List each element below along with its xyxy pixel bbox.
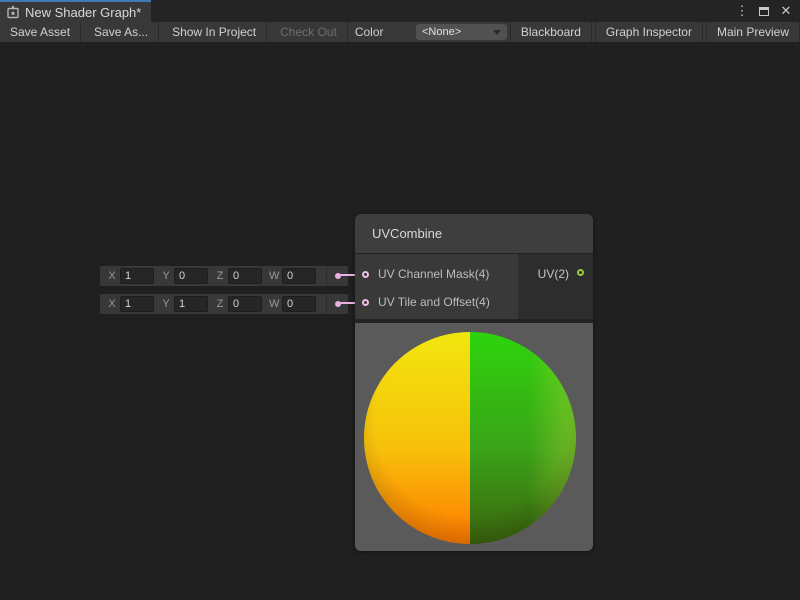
node-uvcombine[interactable]: UVCombine UV Channel Mask(4) UV Tile and… <box>355 214 593 551</box>
x-field[interactable]: 1 <box>120 296 154 312</box>
node-ports: UV Channel Mask(4) UV Tile and Offset(4)… <box>355 254 593 319</box>
close-icon[interactable]: ✕ <box>778 3 794 19</box>
edge-anchor-2[interactable] <box>326 294 348 314</box>
input-port-row: UV Tile and Offset(4) <box>355 288 518 316</box>
toolbar: Save Asset Save As... Show In Project Ch… <box>0 22 800 42</box>
input-port-icon[interactable] <box>362 299 369 306</box>
node-preview <box>355 323 593 551</box>
input-port-row: UV Channel Mask(4) <box>355 260 518 288</box>
input-port-label: UV Channel Mask(4) <box>378 267 489 281</box>
output-port-icon[interactable] <box>577 269 584 276</box>
x-label: X <box>107 298 117 310</box>
graph-canvas[interactable]: X 1 Y 0 Z 0 W 0 X 1 Y 1 Z 0 W 0 <box>0 42 800 600</box>
tab-title: New Shader Graph* <box>25 5 141 20</box>
graph-inspector-button[interactable]: Graph Inspector <box>595 22 703 42</box>
node-input-ports: UV Channel Mask(4) UV Tile and Offset(4) <box>355 254 518 319</box>
edge-anchor-1[interactable] <box>326 266 348 286</box>
shader-graph-window: New Shader Graph* ⋮ ✕ Save Asset Save As… <box>0 0 800 600</box>
save-as-button[interactable]: Save As... <box>84 22 159 42</box>
y-label: Y <box>161 298 171 310</box>
z-label: Z <box>215 298 225 310</box>
vector4-input-row-2: X 1 Y 1 Z 0 W 0 <box>100 294 348 314</box>
x-label: X <box>107 270 117 282</box>
main-preview-button[interactable]: Main Preview <box>706 22 800 42</box>
w-label: W <box>269 298 279 310</box>
blackboard-button[interactable]: Blackboard <box>510 22 592 42</box>
node-output-ports: UV(2) <box>518 254 593 319</box>
color-mode-value: <None> <box>422 26 461 38</box>
maximize-icon[interactable] <box>756 3 772 19</box>
toolbar-right-group: Blackboard Graph Inspector Main Preview <box>507 22 800 42</box>
title-bar: New Shader Graph* ⋮ ✕ <box>0 0 800 22</box>
x-field[interactable]: 1 <box>120 268 154 284</box>
y-field[interactable]: 1 <box>174 296 208 312</box>
color-mode-dropdown[interactable]: <None> <box>416 24 507 40</box>
y-field[interactable]: 0 <box>174 268 208 284</box>
node-title[interactable]: UVCombine <box>355 214 593 254</box>
y-label: Y <box>161 270 171 282</box>
w-label: W <box>269 270 279 282</box>
uv-preview-sphere <box>364 332 576 544</box>
check-out-button: Check Out <box>270 22 348 42</box>
save-asset-button[interactable]: Save Asset <box>0 22 81 42</box>
z-field[interactable]: 0 <box>228 268 262 284</box>
tab-new-shader-graph[interactable]: New Shader Graph* <box>0 0 151 22</box>
show-in-project-button[interactable]: Show In Project <box>162 22 267 42</box>
chevron-down-icon <box>493 30 501 35</box>
w-field[interactable]: 0 <box>282 268 316 284</box>
input-port-icon[interactable] <box>362 271 369 278</box>
menu-icon[interactable]: ⋮ <box>734 3 750 19</box>
vector4-input-row-1: X 1 Y 0 Z 0 W 0 <box>100 266 348 286</box>
z-label: Z <box>215 270 225 282</box>
output-port-label: UV(2) <box>538 266 569 282</box>
input-port-label: UV Tile and Offset(4) <box>378 295 490 309</box>
window-controls: ⋮ ✕ <box>734 0 800 22</box>
shader-graph-asset-icon <box>6 5 20 19</box>
z-field[interactable]: 0 <box>228 296 262 312</box>
color-mode-label: Color Mode <box>351 22 416 42</box>
w-field[interactable]: 0 <box>282 296 316 312</box>
